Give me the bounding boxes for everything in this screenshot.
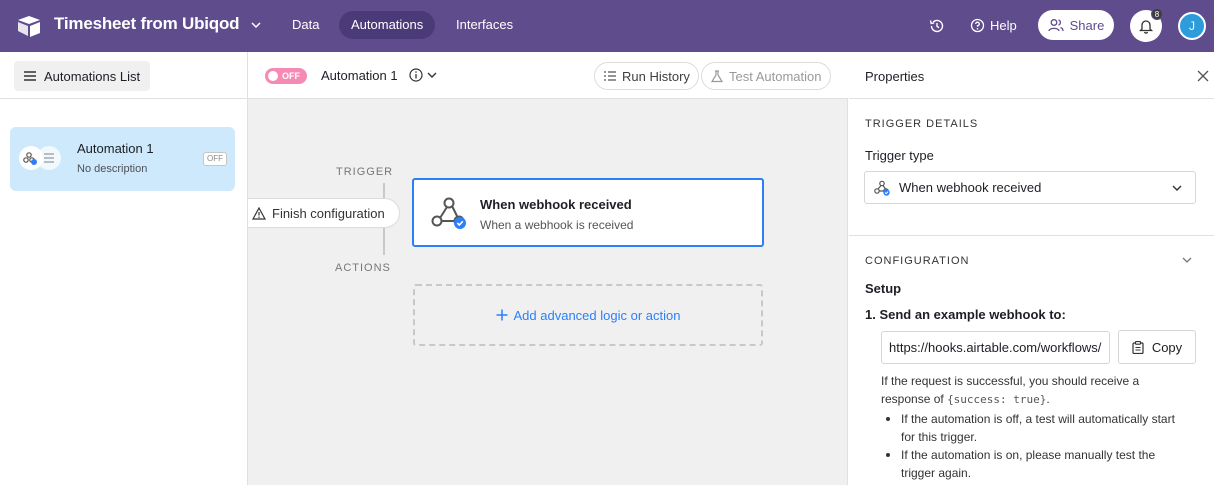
history-icon[interactable] (928, 17, 946, 35)
users-icon (1047, 19, 1064, 32)
properties-header: Properties (849, 52, 1214, 99)
configuration-label: CONFIGURATION (865, 255, 970, 267)
copy-label: Copy (1151, 339, 1183, 355)
tab-automations[interactable]: Automations (339, 11, 436, 39)
copy-button[interactable]: Copy (1118, 330, 1196, 364)
automations-sidebar: Automations List Automation 1 No descrip… (0, 52, 248, 485)
success-help-text: If the request is successful, you should… (881, 372, 1191, 409)
user-avatar[interactable]: J (1178, 12, 1206, 40)
automation-toggle[interactable]: OFF (265, 68, 307, 84)
bullet-text: If the automation is off, a test will au… (901, 412, 1175, 444)
automation-steps-icon (19, 146, 61, 170)
run-history-label: Run History (622, 68, 690, 84)
test-automation-button[interactable]: Test Automation (701, 62, 831, 90)
success-code: {success: true} (947, 393, 1047, 406)
tab-data[interactable]: Data (280, 11, 331, 39)
share-label: Share (1069, 17, 1105, 33)
clipboard-icon (1132, 340, 1144, 354)
info-icon[interactable] (409, 68, 423, 82)
top-bar: Timesheet from Ubiqod Data Automations I… (0, 0, 1214, 52)
trigger-title: When webhook received (480, 197, 632, 212)
chevron-down-icon[interactable] (1181, 255, 1193, 265)
bullet-item: If the automation is on, please manually… (881, 446, 1191, 482)
menu-icon (24, 71, 36, 81)
warning-icon (252, 206, 266, 220)
automation-title[interactable]: Automation 1 (321, 68, 398, 83)
sidebar-header: Automations List (0, 52, 247, 99)
trigger-type-select[interactable]: When webhook received (864, 171, 1196, 204)
trigger-details-label: TRIGGER DETAILS (865, 118, 979, 130)
add-action-button[interactable]: Add advanced logic or action (413, 284, 763, 346)
airtable-logo-icon[interactable] (16, 14, 42, 38)
automations-list-label: Automations List (44, 68, 141, 84)
automation-name: Automation 1 (77, 141, 154, 156)
automations-list-button[interactable]: Automations List (14, 61, 150, 91)
trigger-card[interactable]: When webhook received When a webhook is … (412, 178, 764, 247)
trigger-section-label: TRIGGER (336, 166, 394, 178)
toggle-knob (268, 71, 278, 81)
step-one-label: 1. Send an example webhook to: (865, 307, 1066, 322)
automation-list-item[interactable]: Automation 1 No description OFF (10, 127, 235, 191)
bullet-dot (886, 417, 890, 421)
connector-line (383, 228, 385, 255)
test-automation-label: Test Automation (729, 68, 822, 84)
section-divider (849, 235, 1214, 236)
help-label: Help (990, 17, 1017, 33)
webhook-icon (874, 180, 890, 196)
plus-icon (496, 309, 508, 321)
flask-icon (711, 69, 723, 82)
webhook-icon (431, 197, 466, 229)
bell-icon (1138, 20, 1154, 34)
bullet-item: If the automation is off, a test will au… (881, 410, 1191, 446)
properties-panel: Properties TRIGGER DETAILS Trigger type … (849, 52, 1214, 485)
connector-line (383, 183, 385, 198)
add-action-label: Add advanced logic or action (513, 307, 681, 323)
trigger-subtitle: When a webhook is received (480, 218, 634, 232)
actions-section-label: ACTIONS (335, 262, 391, 274)
tab-interfaces[interactable]: Interfaces (444, 11, 525, 39)
bullet-dot (886, 453, 890, 457)
automation-toolbar: OFF Automation 1 Run History Test Automa… (248, 52, 848, 99)
webhook-url-input[interactable] (881, 331, 1110, 364)
chevron-down-icon (1172, 185, 1182, 191)
status-badge: OFF (203, 152, 227, 166)
finish-configuration-badge[interactable]: Finish configuration (248, 198, 400, 228)
help-button[interactable]: Help (970, 14, 1017, 36)
bullet-text: If the automation is on, please manually… (901, 448, 1156, 480)
trigger-type-value: When webhook received (899, 180, 1042, 195)
share-button[interactable]: Share (1038, 10, 1114, 40)
setup-label: Setup (865, 281, 902, 296)
chevron-down-icon[interactable] (250, 19, 262, 31)
automation-description: No description (77, 163, 148, 175)
automation-canvas: OFF Automation 1 Run History Test Automa… (248, 52, 848, 485)
notification-count-badge: 8 (1151, 8, 1163, 20)
success-text-end: . (1046, 392, 1050, 406)
chevron-down-icon[interactable] (426, 70, 438, 80)
question-circle-icon (970, 18, 985, 32)
trigger-type-label: Trigger type (865, 148, 934, 163)
run-history-button[interactable]: Run History (594, 62, 699, 90)
base-title[interactable]: Timesheet from Ubiqod (54, 14, 240, 34)
finish-configuration-label: Finish configuration (272, 205, 385, 221)
close-icon[interactable] (1197, 70, 1209, 82)
list-icon (604, 71, 616, 81)
properties-title: Properties (865, 69, 925, 84)
toggle-label: OFF (282, 71, 300, 81)
